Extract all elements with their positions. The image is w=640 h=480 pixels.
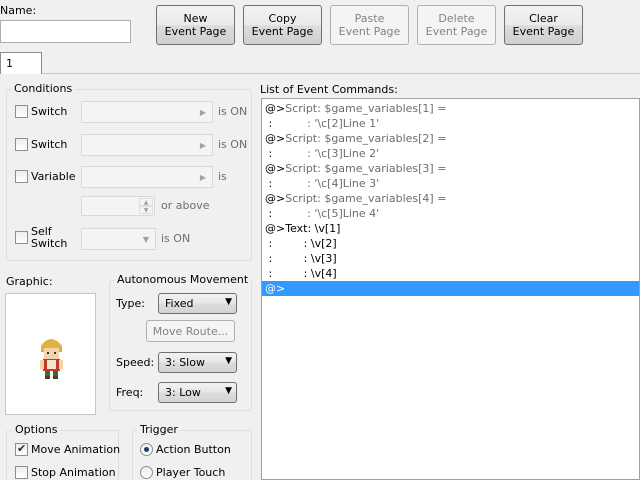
variable-checkbox[interactable] — [15, 170, 28, 183]
self-switch-checkbox[interactable] — [15, 231, 28, 244]
switch2-label: Switch — [31, 138, 68, 151]
autonomous-movement-title: Autonomous Movement — [114, 273, 252, 286]
list-item[interactable]: : : \v[2] — [265, 236, 638, 251]
list-item[interactable]: : : '\c[5]Line 4' — [265, 206, 638, 221]
move-animation-label: Move Animation — [31, 443, 121, 456]
delete-event-page-button[interactable]: Delete Event Page — [417, 5, 496, 45]
trigger-title: Trigger — [137, 423, 181, 436]
list-item[interactable]: @>Script: $game_variables[1] = — [265, 101, 638, 116]
spin-up-icon[interactable]: ▲ — [139, 198, 153, 206]
tab-strip-divider — [0, 73, 640, 74]
switch1-checkbox[interactable] — [15, 105, 28, 118]
list-item[interactable]: : : '\c[3]Line 2' — [265, 146, 638, 161]
stop-animation-label: Stop Animation — [31, 466, 116, 479]
spin-down-icon[interactable]: ▼ — [139, 206, 153, 214]
delete-event-page-label-1: Delete — [438, 12, 475, 25]
switch1-label: Switch — [31, 105, 68, 118]
type-select[interactable]: Fixed ▼ — [158, 293, 237, 314]
chevron-right-icon: ▶ — [199, 141, 206, 150]
event-commands-label: List of Event Commands: — [260, 83, 398, 96]
name-input[interactable] — [0, 20, 131, 43]
speed-value: 3: Slow — [165, 356, 205, 369]
stop-animation-checkbox[interactable] — [15, 466, 28, 479]
conditions-title: Conditions — [11, 82, 76, 95]
chevron-down-icon: ▼ — [142, 235, 149, 244]
switch1-select[interactable]: ▶ — [81, 101, 213, 123]
copy-event-page-button[interactable]: Copy Event Page — [243, 5, 322, 45]
list-item[interactable]: : : '\c[4]Line 3' — [265, 176, 638, 191]
clear-event-page-label-2: Event Page — [512, 25, 575, 38]
copy-event-page-label-1: Copy — [268, 12, 297, 25]
variable-label: Variable — [31, 170, 76, 183]
move-animation-checkbox[interactable] — [15, 442, 28, 456]
options-title: Options — [12, 423, 61, 436]
action-button-radio[interactable] — [140, 443, 153, 456]
move-route-button[interactable]: Move Route... — [146, 320, 235, 342]
player-touch-radio[interactable] — [140, 466, 153, 479]
graphic-label: Graphic: — [6, 275, 53, 288]
list-item[interactable]: @>Text: \v[1] — [265, 221, 638, 236]
copy-event-page-label-2: Event Page — [251, 25, 314, 38]
clear-event-page-label-1: Clear — [529, 12, 558, 25]
switch2-checkbox[interactable] — [15, 138, 28, 151]
graphic-preview[interactable] — [5, 293, 96, 415]
chevron-right-icon: ▶ — [199, 108, 206, 117]
variable-select[interactable]: ▶ — [81, 166, 213, 188]
paste-event-page-button[interactable]: Paste Event Page — [330, 5, 409, 45]
new-event-page-label-2: Event Page — [164, 25, 227, 38]
or-above-label: or above — [161, 199, 210, 212]
tab-page-1[interactable]: 1 — [0, 52, 42, 74]
chevron-down-icon: ▼ — [225, 356, 232, 366]
list-item[interactable]: @>Script: $game_variables[4] = — [265, 191, 638, 206]
chevron-down-icon: ▼ — [225, 297, 232, 307]
type-label: Type: — [116, 297, 145, 310]
speed-select[interactable]: 3: Slow ▼ — [158, 352, 237, 373]
list-item[interactable]: @>Script: $game_variables[3] = — [265, 161, 638, 176]
switch1-suffix: is ON — [218, 105, 248, 118]
switch2-suffix: is ON — [218, 138, 248, 151]
event-commands-list[interactable]: @>Script: $game_variables[1] = : : '\c[2… — [261, 98, 640, 480]
paste-event-page-label-1: Paste — [354, 12, 385, 25]
character-sprite — [40, 339, 63, 379]
chevron-down-icon: ▼ — [225, 386, 232, 396]
switch2-select[interactable]: ▶ — [81, 134, 213, 156]
freq-select[interactable]: 3: Low ▼ — [158, 382, 237, 403]
name-label: Name: — [0, 4, 37, 17]
type-value: Fixed — [165, 297, 194, 310]
paste-event-page-label-2: Event Page — [338, 25, 401, 38]
self-switch-suffix: is ON — [161, 232, 191, 245]
new-event-page-button[interactable]: New Event Page — [156, 5, 235, 45]
list-item[interactable]: : : '\c[2]Line 1' — [265, 116, 638, 131]
variable-suffix: is — [218, 170, 227, 183]
list-item[interactable]: @>Script: $game_variables[2] = — [265, 131, 638, 146]
clear-event-page-button[interactable]: Clear Event Page — [504, 5, 583, 45]
action-button-label: Action Button — [156, 443, 231, 456]
player-touch-label: Player Touch — [156, 466, 226, 479]
variable-value-spinner[interactable]: ▲ ▼ — [81, 196, 155, 216]
chevron-right-icon: ▶ — [199, 173, 206, 182]
self-switch-label-2: Switch — [31, 237, 68, 250]
self-switch-select[interactable]: ▼ — [81, 228, 156, 250]
freq-label: Freq: — [116, 386, 144, 399]
new-event-page-label-1: New — [183, 12, 208, 25]
list-item[interactable]: : : \v[3] — [265, 251, 638, 266]
speed-label: Speed: — [116, 356, 155, 369]
list-item-selected[interactable]: @> — [262, 281, 639, 296]
delete-event-page-label-2: Event Page — [425, 25, 488, 38]
list-item[interactable]: : : \v[4] — [265, 266, 638, 281]
freq-value: 3: Low — [165, 386, 201, 399]
